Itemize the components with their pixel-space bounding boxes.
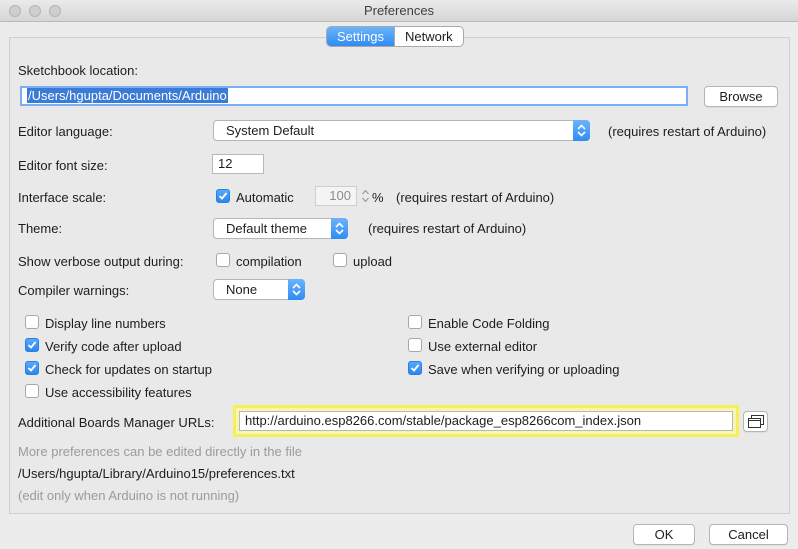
select-stepper-icon (288, 279, 305, 300)
save-when-verifying-checkbox[interactable] (408, 361, 422, 375)
external-editor-label: Use external editor (428, 339, 538, 354)
verify-code-label: Verify code after upload (45, 339, 182, 354)
sketchbook-label: Sketchbook location: (18, 63, 138, 78)
editor-language-select[interactable]: System Default (213, 120, 590, 141)
accessibility-label: Use accessibility features (45, 385, 192, 400)
boards-urls-label: Additional Boards Manager URLs: (18, 415, 215, 430)
verbose-compilation-label: compilation (236, 254, 302, 269)
compiler-warnings-value: None (226, 282, 258, 297)
ok-button[interactable]: OK (633, 524, 695, 545)
editor-language-note: (requires restart of Arduino) (608, 124, 767, 139)
prefs-file-path: /Users/hgupta/Library/Arduino15/preferen… (18, 466, 295, 481)
tab-network[interactable]: Network (393, 27, 463, 46)
checkmark-icon (410, 364, 420, 372)
editor-language-label: Editor language: (18, 124, 113, 139)
interface-scale-field: 100 (315, 186, 357, 206)
theme-note: (requires restart of Arduino) (368, 221, 527, 236)
editor-language-value: System Default (226, 123, 315, 138)
sketchbook-path-field[interactable]: /Users/hgupta/Documents/Arduino (20, 86, 688, 106)
browse-button[interactable]: Browse (704, 86, 778, 107)
more-prefs-hint: More preferences can be edited directly … (18, 444, 302, 459)
tab-settings[interactable]: Settings (327, 27, 394, 46)
settings-panel: Sketchbook location: /Users/hgupta/Docum… (9, 37, 790, 514)
sketchbook-path-text: /Users/hgupta/Documents/Arduino (27, 88, 228, 103)
compiler-warnings-select[interactable]: None (213, 279, 305, 300)
prefs-edit-note: (edit only when Arduino is not running) (18, 488, 240, 503)
checkmark-icon (218, 192, 228, 200)
interface-scale-note: (requires restart of Arduino) (396, 190, 555, 205)
external-editor-checkbox[interactable] (408, 338, 422, 352)
verify-code-checkbox[interactable] (25, 338, 39, 352)
display-line-numbers-checkbox[interactable] (25, 315, 39, 329)
checkmark-icon (27, 341, 37, 349)
check-updates-label: Check for updates on startup (45, 362, 212, 377)
accessibility-checkbox[interactable] (25, 384, 39, 398)
select-stepper-icon (331, 218, 348, 239)
cancel-button[interactable]: Cancel (709, 524, 788, 545)
interface-scale-unit: % (372, 190, 384, 205)
tab-bar: Settings Network (326, 26, 464, 47)
checkmark-icon (27, 364, 37, 372)
theme-value: Default theme (226, 221, 307, 236)
automatic-scale-checkbox[interactable] (216, 189, 230, 203)
editor-font-size-label: Editor font size: (18, 158, 108, 173)
select-stepper-icon (573, 120, 590, 141)
interface-scale-label: Interface scale: (18, 190, 107, 205)
automatic-scale-label: Automatic (236, 190, 294, 205)
interface-scale-stepper-icon (361, 187, 370, 205)
code-folding-label: Enable Code Folding (428, 316, 550, 331)
save-when-verifying-label: Save when verifying or uploading (428, 362, 620, 377)
display-line-numbers-label: Display line numbers (45, 316, 166, 331)
editor-font-size-field[interactable]: 12 (212, 154, 264, 174)
preferences-window: Preferences Settings Network Sketchbook … (0, 0, 798, 549)
window-icon (747, 415, 764, 428)
check-updates-checkbox[interactable] (25, 361, 39, 375)
verbose-upload-label: upload (353, 254, 393, 269)
theme-select[interactable]: Default theme (213, 218, 348, 239)
code-folding-checkbox[interactable] (408, 315, 422, 329)
verbose-upload-checkbox[interactable] (333, 253, 347, 267)
compiler-warnings-label: Compiler warnings: (18, 283, 130, 298)
window-title: Preferences (363, 3, 435, 18)
verbose-compilation-checkbox[interactable] (216, 253, 230, 267)
theme-label: Theme: (18, 221, 63, 236)
boards-urls-field[interactable]: http://arduino.esp8266.com/stable/packag… (239, 411, 733, 431)
verbose-output-label: Show verbose output during: (18, 254, 184, 269)
title-bar[interactable]: Preferences (0, 0, 798, 22)
boards-urls-edit-button[interactable] (743, 411, 768, 432)
